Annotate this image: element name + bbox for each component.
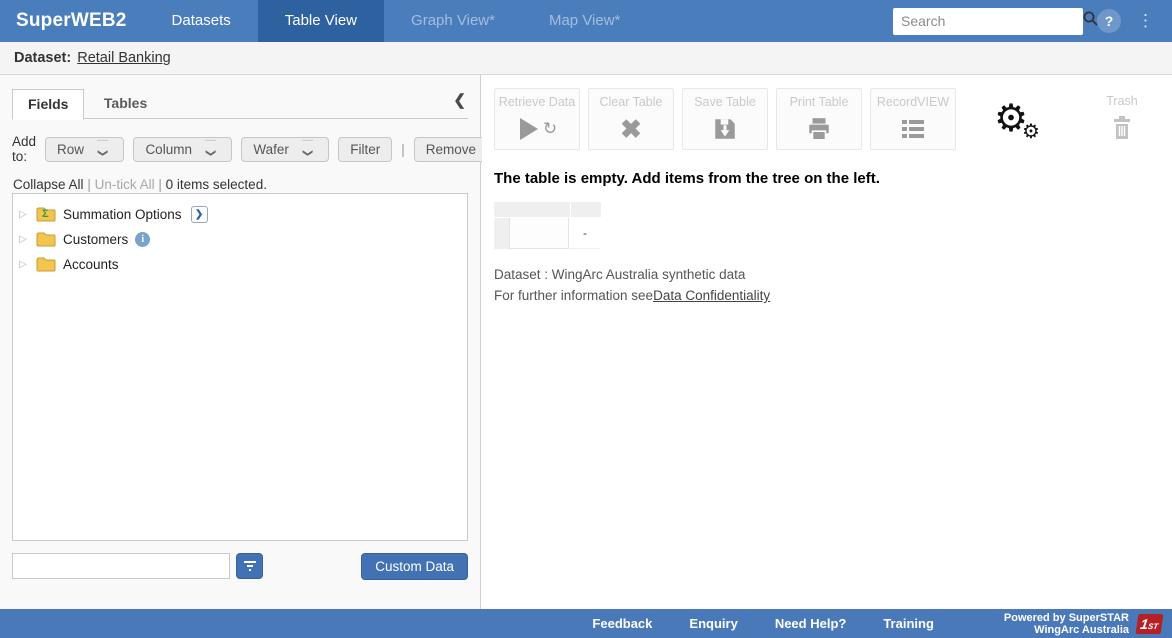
trash-icon: [1092, 112, 1152, 144]
remove-button[interactable]: Remove: [414, 137, 488, 162]
expand-triangle-icon[interactable]: ▷: [19, 209, 29, 220]
footer-bar: Feedback Enquiry Need Help? Training Pow…: [0, 609, 1172, 638]
table-header-cell: [494, 202, 570, 217]
filter-button[interactable]: Filter: [338, 137, 392, 162]
table-options-gears-button[interactable]: ⚙ ⚙: [994, 102, 1046, 146]
tab-tables[interactable]: Tables: [89, 89, 162, 118]
powered-by-text: Powered by SuperSTAR WingArc Australia: [1004, 612, 1129, 636]
clear-x-icon: ✖: [589, 113, 673, 145]
tree-item-summation-options[interactable]: ▷ Σ Summation Options ❯: [19, 202, 461, 227]
trash-button[interactable]: Trash: [1092, 88, 1152, 144]
footer-link-feedback[interactable]: Feedback: [592, 616, 652, 631]
play-refresh-icon: ↻: [495, 113, 579, 145]
nav-item-map-view[interactable]: Map View*: [522, 0, 647, 42]
nav-item-graph-view[interactable]: Graph View*: [384, 0, 522, 42]
dataset-info-line: Dataset : WingArc Australia synthetic da…: [494, 267, 745, 282]
table-cell: [509, 218, 569, 249]
superstar-1st-logo[interactable]: 1ST: [1136, 614, 1164, 634]
printer-icon: [777, 113, 861, 145]
empty-table-message: The table is empty. Add items from the t…: [494, 170, 880, 187]
print-table-button[interactable]: Print Table: [776, 88, 862, 150]
gear-icon: ⚙: [1022, 122, 1040, 142]
table-row-stub: [494, 218, 509, 249]
footer-link-training[interactable]: Training: [883, 616, 934, 631]
footer-link-enquiry[interactable]: Enquiry: [689, 616, 737, 631]
add-to-row: Add to: Row ❯ Column ❯ Wafer ❯ Filter | …: [12, 134, 468, 164]
sigma-glyph: Σ: [42, 208, 49, 220]
dataset-bar: Dataset: Retail Banking: [0, 42, 1172, 75]
selection-status: 0 items selected.: [166, 177, 267, 192]
expand-triangle-icon[interactable]: ▷: [19, 259, 29, 270]
add-to-wafer-dropdown[interactable]: Wafer ❯: [241, 137, 329, 162]
add-to-row-dropdown[interactable]: Row ❯: [45, 137, 124, 162]
collapse-all-link[interactable]: Collapse All: [13, 177, 84, 192]
table-view-panel: Retrieve Data ↻ Clear Table ✖ Save Table…: [482, 75, 1172, 609]
retrieve-data-button[interactable]: Retrieve Data ↻: [494, 88, 580, 150]
data-confidentiality-link[interactable]: Data Confidentiality: [653, 288, 770, 303]
field-tree: ▷ Σ Summation Options ❯ ▷ Customers i ▷ …: [12, 193, 468, 541]
nav-item-datasets[interactable]: Datasets: [145, 0, 258, 42]
untick-all-link[interactable]: Un-tick All: [95, 177, 155, 192]
footer-link-need-help[interactable]: Need Help?: [775, 616, 847, 631]
record-list-icon: [871, 113, 955, 145]
tree-item-customers[interactable]: ▷ Customers i: [19, 227, 461, 252]
chevron-down-icon: ❯: [302, 139, 313, 158]
custom-data-row: Custom Data: [12, 553, 468, 580]
table-toolbar: Retrieve Data ↻ Clear Table ✖ Save Table…: [494, 88, 1152, 150]
chevron-down-icon: ❯: [97, 139, 108, 158]
top-navbar: SuperWEB2 Datasets Table View Graph View…: [0, 0, 1172, 42]
tab-fields[interactable]: Fields: [12, 89, 84, 120]
filter-funnel-button[interactable]: [236, 553, 263, 579]
tree-item-accounts[interactable]: ▷ Accounts: [19, 252, 461, 277]
recordview-button[interactable]: RecordVIEW: [870, 88, 956, 150]
search-input[interactable]: [901, 13, 1082, 29]
clear-table-button[interactable]: Clear Table ✖: [588, 88, 674, 150]
kebab-menu-icon[interactable]: ⋮: [1137, 16, 1154, 26]
field-tree-panel: Fields Tables ❮ Add to: Row ❯ Column ❯ W…: [0, 75, 481, 609]
collapse-panel-icon[interactable]: ❮: [453, 91, 466, 109]
separator: |: [401, 142, 405, 157]
help-icon[interactable]: ?: [1097, 9, 1121, 33]
funnel-icon: [243, 560, 257, 572]
dataset-name-link[interactable]: Retail Banking: [77, 50, 171, 66]
summation-options-chevron-button[interactable]: ❯: [191, 206, 208, 223]
selection-status-row: Collapse All | Un-tick All | 0 items sel…: [13, 177, 468, 192]
add-to-label: Add to:: [12, 134, 36, 164]
confidentiality-line: For further information seeData Confiden…: [494, 288, 770, 303]
info-icon[interactable]: i: [135, 232, 150, 247]
dataset-label: Dataset:: [14, 50, 71, 66]
expand-triangle-icon[interactable]: ▷: [19, 234, 29, 245]
empty-table-placeholder: -: [494, 202, 601, 249]
table-value-cell: -: [569, 218, 601, 249]
table-header-cell: [571, 202, 601, 217]
folder-icon: [36, 232, 56, 247]
app-logo: SuperWEB2: [0, 10, 145, 32]
add-to-column-dropdown[interactable]: Column ❯: [133, 137, 232, 162]
save-table-button[interactable]: Save Table: [682, 88, 768, 150]
field-search-input[interactable]: [12, 553, 230, 579]
chevron-down-icon: ❯: [205, 139, 216, 158]
folder-icon: [36, 257, 56, 272]
summation-folder-icon: Σ: [36, 207, 56, 222]
search-box: [893, 8, 1083, 35]
custom-data-button[interactable]: Custom Data: [361, 553, 468, 580]
nav-item-table-view[interactable]: Table View: [258, 0, 384, 42]
save-floppy-icon: [683, 113, 767, 145]
left-panel-tabs: Fields Tables ❮: [12, 88, 468, 119]
